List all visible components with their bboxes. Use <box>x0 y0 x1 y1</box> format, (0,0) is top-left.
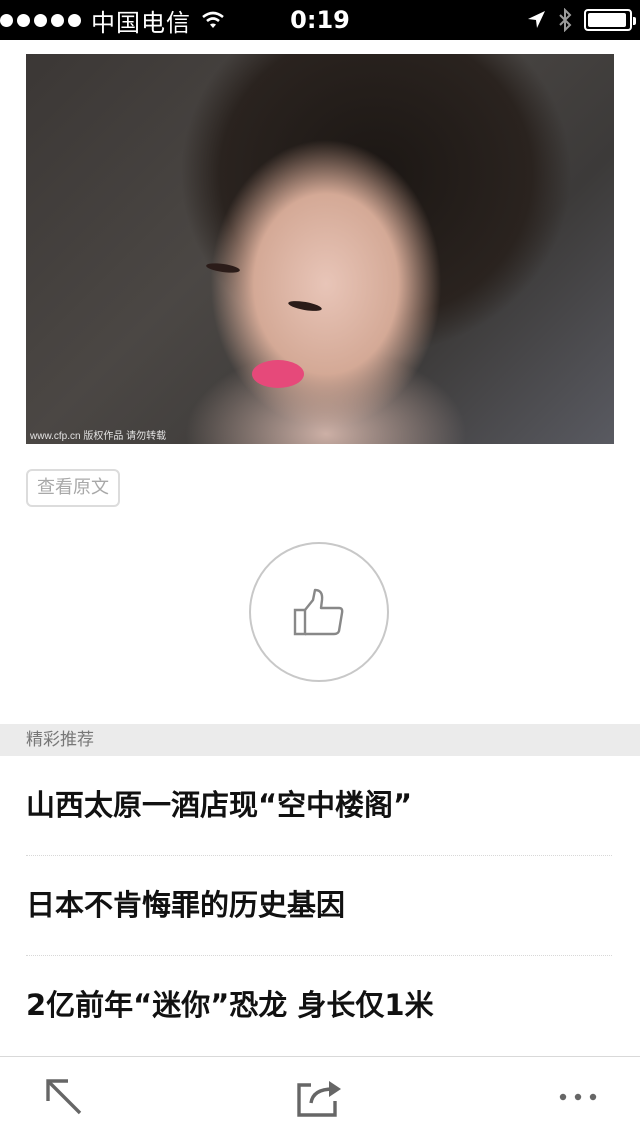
status-right <box>514 0 636 40</box>
thumbs-up-icon <box>293 588 344 636</box>
recommend-item[interactable]: 山西太原一酒店现“空中楼阁” <box>0 756 640 856</box>
recommend-item-title: 日本不肯悔罪的历史基因 <box>26 888 346 922</box>
location-arrow-icon <box>528 11 545 28</box>
recommend-item[interactable]: 2亿前年“迷你”恐龙 身长仅1米 <box>0 956 640 1056</box>
recommend-item[interactable]: 日本不肯悔罪的历史基因 <box>0 856 640 956</box>
like-button[interactable] <box>249 542 389 682</box>
bluetooth-icon <box>559 8 572 32</box>
share-icon <box>297 1081 341 1117</box>
recommend-item-title: 山西太原一酒店现“空中楼阁” <box>26 788 413 822</box>
back-arrow-icon <box>46 1079 82 1115</box>
status-bar: 中国电信 0:19 <box>0 0 640 40</box>
photo-watermark: www.cfp.cn 版权作品 请勿转载 <box>30 431 167 442</box>
recommend-header-label: 精彩推荐 <box>26 730 94 750</box>
share-button[interactable] <box>282 1057 358 1137</box>
view-original-button[interactable]: 查看原文 <box>26 469 120 507</box>
back-button[interactable] <box>26 1057 102 1137</box>
carrier-name: 中国电信 <box>91 8 191 37</box>
recommend-section-header: 精彩推荐 <box>0 724 640 756</box>
recommend-list: 山西太原一酒店现“空中楼阁” 日本不肯悔罪的历史基因 2亿前年“迷你”恐龙 身长… <box>0 756 640 1056</box>
signal-strength-icon <box>0 13 85 27</box>
more-icon <box>559 1093 597 1101</box>
recommend-item-title: 2亿前年“迷你”恐龙 身长仅1米 <box>26 988 434 1022</box>
bottom-toolbar <box>0 1056 640 1136</box>
wifi-icon <box>202 11 224 28</box>
more-button[interactable] <box>540 1057 616 1137</box>
status-left: 中国电信 <box>0 0 225 40</box>
article-photo: www.cfp.cn 版权作品 请勿转载 <box>26 54 614 444</box>
battery-icon <box>584 9 636 31</box>
